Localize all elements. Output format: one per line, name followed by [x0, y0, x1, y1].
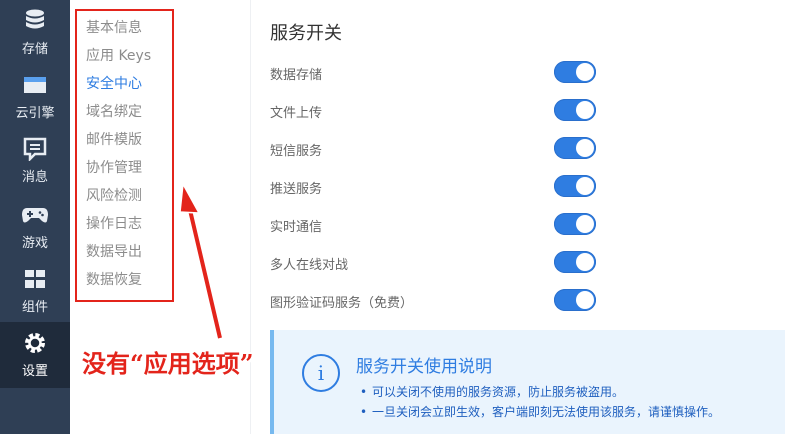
- service-label: 推送服务: [270, 182, 323, 197]
- toggle-push[interactable]: [554, 175, 596, 197]
- notice-line-text: 可以关闭不使用的服务资源，防止服务被盗用。: [372, 385, 625, 399]
- cloud-engine-icon: [0, 70, 70, 100]
- bullet-icon: •: [360, 385, 368, 399]
- message-icon: [0, 134, 70, 164]
- toggle-knob: [576, 101, 594, 119]
- toggle-knob: [576, 177, 594, 195]
- nav-rail-label: 组件: [21, 300, 48, 315]
- notice-line: • 可以关闭不使用的服务资源，防止服务被盗用。: [360, 383, 624, 400]
- notice-line: • 一旦关闭会立即生效，客户端即刻无法使用该服务，请谨慎操作。: [360, 403, 720, 420]
- service-label: 实时通信: [270, 220, 323, 235]
- nav-rail-item-component[interactable]: 组件: [0, 258, 70, 322]
- section-title: 服务开关: [270, 23, 342, 44]
- nav-rail-label: 游戏: [21, 236, 48, 251]
- toggle-multiplayer[interactable]: [554, 251, 596, 273]
- bullet-icon: •: [360, 405, 368, 419]
- toggle-file-upload[interactable]: [554, 99, 596, 121]
- gamepad-icon: [0, 200, 70, 230]
- database-icon: [0, 6, 70, 36]
- toggle-data-storage[interactable]: [554, 61, 596, 83]
- nav-rail-label: 云引擎: [15, 106, 55, 121]
- toggle-knob: [576, 63, 594, 81]
- nav-rail: 存储 云引擎 消息 游戏 组件 设置: [0, 0, 70, 434]
- notice-line-text: 一旦关闭会立即生效，客户端即刻无法使用该服务，请谨慎操作。: [372, 405, 721, 419]
- nav-rail-item-settings[interactable]: 设置: [0, 322, 70, 388]
- nav-rail-item-message[interactable]: 消息: [0, 128, 70, 192]
- toggle-knob: [576, 291, 594, 309]
- toggle-knob: [576, 215, 594, 233]
- notice-title: 服务开关使用说明: [356, 357, 492, 377]
- service-label: 数据存储: [270, 68, 323, 83]
- annotation-text: 没有“应用选项”: [82, 349, 254, 378]
- nav-rail-item-cloud-engine[interactable]: 云引擎: [0, 64, 70, 128]
- toggle-knob: [576, 253, 594, 271]
- toggle-realtime[interactable]: [554, 213, 596, 235]
- toggle-knob: [576, 139, 594, 157]
- service-label: 图形验证码服务（免费）: [270, 296, 414, 311]
- nav-rail-label: 设置: [21, 364, 48, 379]
- component-icon: [0, 264, 70, 294]
- info-icon: i: [302, 354, 340, 392]
- toggle-captcha[interactable]: [554, 289, 596, 311]
- service-label: 短信服务: [270, 144, 323, 159]
- gear-icon: [0, 328, 70, 358]
- nav-rail-label: 消息: [21, 170, 48, 185]
- nav-rail-item-storage[interactable]: 存储: [0, 0, 70, 64]
- annotation-highlight-box: [75, 9, 174, 302]
- nav-rail-item-game[interactable]: 游戏: [0, 194, 70, 258]
- usage-notice: i 服务开关使用说明 • 可以关闭不使用的服务资源，防止服务被盗用。 • 一旦关闭会…: [270, 330, 785, 434]
- service-label: 多人在线对战: [270, 258, 349, 273]
- toggle-sms[interactable]: [554, 137, 596, 159]
- service-label: 文件上传: [270, 106, 323, 121]
- nav-rail-label: 存储: [21, 42, 48, 57]
